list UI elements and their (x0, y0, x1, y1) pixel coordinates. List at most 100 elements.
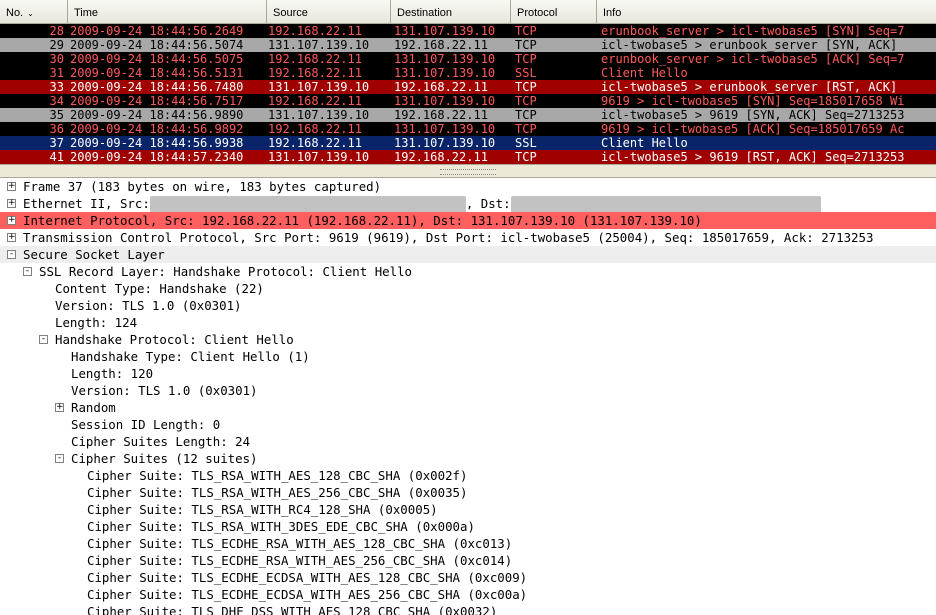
packet-cell-no: 37 (49, 136, 64, 150)
packet-row[interactable]: 30 2009-09-24 18:44:56.5075 192.168.22.11 1… (0, 52, 936, 66)
expand-icon[interactable]: + (7, 199, 16, 208)
packet-cell-info: icl-twobase5 > 9619 [RST, ACK] Seq=27132… (601, 150, 905, 164)
tree-row-text: Version: TLS 1.0 (0x0301) (71, 383, 258, 398)
tree-row[interactable]: - Secure Socket Layer (0, 246, 936, 263)
packet-cell-no: 30 (49, 52, 64, 66)
packet-row[interactable]: 37 2009-09-24 18:44:56.9938 192.168.22.11 1… (0, 136, 936, 150)
column-header-protocol[interactable]: Protocol (511, 0, 597, 23)
tree-row[interactable]: - SSL Record Layer: Handshake Protocol: C… (0, 263, 936, 280)
packet-cell-time: 2009-09-24 18:44:56.9892 (70, 122, 244, 136)
tree-row[interactable]: - Handshake Protocol: Client Hello (0, 331, 936, 348)
packet-cell-info: icl-twobase5 > erunbook_server [RST, ACK… (601, 80, 898, 94)
tree-row[interactable]: Cipher Suite: TLS_RSA_WITH_AES_128_CBC_S… (0, 467, 936, 484)
tree-row[interactable]: Cipher Suite: TLS_ECDHE_ECDSA_WITH_AES_2… (0, 586, 936, 603)
packet-cell-proto: TCP (515, 122, 537, 136)
tree-row[interactable]: Cipher Suite: TLS_DHE_DSS_WITH_AES_128_C… (0, 603, 936, 615)
tree-row-text: Random (71, 400, 116, 415)
packet-cell-src: 192.168.22.11 (268, 52, 362, 66)
packet-cell-dst: 131.107.139.10 (394, 136, 496, 150)
packet-cell-src: 131.107.139.10 (268, 38, 370, 52)
packet-cell-time: 2009-09-24 18:44:56.5074 (70, 38, 244, 52)
ethernet-src-label: Ethernet II, Src: (23, 196, 150, 211)
tree-row[interactable]: - Cipher Suites (12 suites) (0, 450, 936, 467)
expand-icon[interactable]: + (7, 216, 16, 225)
tree-row[interactable]: + Random (0, 399, 936, 416)
packet-cell-proto: TCP (515, 24, 537, 38)
tree-row[interactable]: Cipher Suites Length: 24 (0, 433, 936, 450)
expand-icon[interactable]: + (7, 233, 16, 242)
packet-row[interactable]: 29 2009-09-24 18:44:56.5074 131.107.139.10… (0, 38, 936, 52)
packet-cell-time: 2009-09-24 18:44:56.9938 (70, 136, 244, 150)
tree-row[interactable]: Cipher Suite: TLS_ECDHE_RSA_WITH_AES_128… (0, 535, 936, 552)
tree-row-text: Content Type: Handshake (22) (55, 281, 264, 296)
expand-icon[interactable]: + (55, 403, 64, 412)
packet-cell-dst: 192.168.22.11 (394, 38, 488, 52)
tree-row[interactable]: + Transmission Control Protocol, Src Port… (0, 229, 936, 246)
packet-cell-dst: 131.107.139.10 (394, 66, 496, 80)
column-header-time[interactable]: Time (68, 0, 267, 23)
packet-row[interactable]: 35 2009-09-24 18:44:56.9890 131.107.139.10… (0, 108, 936, 122)
tree-row-text: Cipher Suite: TLS_ECDHE_RSA_WITH_AES_256… (87, 553, 513, 568)
collapse-icon[interactable]: - (39, 335, 48, 344)
packet-row[interactable]: 41 2009-09-24 18:44:57.2340 131.107.139.10… (0, 150, 936, 164)
collapse-icon[interactable]: - (7, 250, 16, 259)
packet-cell-time: 2009-09-24 18:44:56.5131 (70, 66, 244, 80)
packet-row[interactable]: 31 2009-09-24 18:44:56.5131 192.168.22.11 1… (0, 66, 936, 80)
tree-row[interactable]: + Ethernet II, Src: , Dst: (0, 195, 936, 213)
tree-row[interactable]: Session ID Length: 0 (0, 416, 936, 433)
packet-row[interactable]: 33 2009-09-24 18:44:56.7480 131.107.139.10… (0, 80, 936, 94)
sort-descending-icon: ⌄ (27, 9, 34, 18)
packet-cell-time: 2009-09-24 18:44:57.2340 (70, 150, 244, 164)
redacted-mac-address (149, 196, 466, 213)
packet-cell-info: erunbook_server > icl-twobase5 [ACK] Seq… (601, 52, 905, 66)
collapse-icon[interactable]: - (55, 454, 64, 463)
column-header-no[interactable]: No. ⌄ (0, 0, 68, 23)
tree-row[interactable]: Cipher Suite: TLS_RSA_WITH_RC4_128_SHA (… (0, 501, 936, 518)
tree-row[interactable]: Version: TLS 1.0 (0x0301) (0, 382, 936, 399)
column-header-info[interactable]: Info (597, 0, 936, 23)
expand-icon[interactable]: + (7, 182, 16, 191)
tree-row[interactable]: + Frame 37 (183 bytes on wire, 183 bytes … (0, 178, 936, 195)
tree-row-text: Handshake Protocol: Client Hello (55, 332, 294, 347)
packet-cell-dst: 131.107.139.10 (394, 52, 496, 66)
packet-details-tree[interactable]: + Frame 37 (183 bytes on wire, 183 bytes … (0, 178, 936, 615)
packet-row[interactable]: 34 2009-09-24 18:44:56.7517 192.168.22.11 1… (0, 94, 936, 108)
tree-row[interactable]: + Internet Protocol, Src: 192.168.22.11 (… (0, 212, 936, 229)
tree-row-text: Cipher Suite: TLS_RSA_WITH_3DES_EDE_CBC_… (87, 519, 475, 534)
tree-row[interactable]: Cipher Suite: TLS_RSA_WITH_AES_256_CBC_S… (0, 484, 936, 501)
packet-list[interactable]: 28 2009-09-24 18:44:56.2649 192.168.22.11 1… (0, 24, 936, 164)
tree-row[interactable]: Content Type: Handshake (22) (0, 280, 936, 297)
packet-cell-info: Client Hello (601, 66, 688, 80)
tree-row[interactable]: Cipher Suite: TLS_ECDHE_ECDSA_WITH_AES_1… (0, 569, 936, 586)
tree-row-text: Ethernet II, Src: , Dst: (23, 195, 821, 213)
splitter-grip[interactable] (440, 169, 496, 175)
packet-cell-proto: TCP (515, 108, 537, 122)
column-header-source-label: Source (273, 7, 308, 19)
collapse-icon[interactable]: - (23, 267, 32, 276)
tree-row[interactable]: Cipher Suite: TLS_ECDHE_RSA_WITH_AES_256… (0, 552, 936, 569)
column-header-destination[interactable]: Destination (391, 0, 511, 23)
column-header-source[interactable]: Source (267, 0, 391, 23)
tree-row[interactable]: Length: 124 (0, 314, 936, 331)
tree-row[interactable]: Length: 120 (0, 365, 936, 382)
tree-row[interactable]: Cipher Suite: TLS_RSA_WITH_3DES_EDE_CBC_… (0, 518, 936, 535)
redacted-mac-address (510, 196, 821, 213)
packet-cell-proto: SSL (515, 66, 537, 80)
packet-cell-no: 34 (49, 94, 64, 108)
pane-splitter[interactable] (0, 164, 936, 178)
packet-cell-src: 131.107.139.10 (268, 108, 370, 122)
packet-row[interactable]: 36 2009-09-24 18:44:56.9892 192.168.22.11 1… (0, 122, 936, 136)
packet-cell-proto: TCP (515, 94, 537, 108)
packet-cell-no: 35 (49, 108, 64, 122)
packet-cell-info: erunbook_server > icl-twobase5 [SYN] Seq… (601, 24, 905, 38)
packet-cell-time: 2009-09-24 18:44:56.2649 (70, 24, 244, 38)
ethernet-dst-label: , Dst: (465, 196, 511, 211)
packet-row[interactable]: 28 2009-09-24 18:44:56.2649 192.168.22.11 1… (0, 24, 936, 38)
packet-cell-src: 192.168.22.11 (268, 136, 362, 150)
packet-cell-info: icl-twobase5 > erunbook_server [SYN, ACK… (601, 38, 898, 52)
packet-cell-src: 192.168.22.11 (268, 66, 362, 80)
packet-cell-proto: SSL (515, 136, 537, 150)
tree-row[interactable]: Version: TLS 1.0 (0x0301) (0, 297, 936, 314)
tree-row-text: Cipher Suite: TLS_DHE_DSS_WITH_AES_128_C… (87, 604, 498, 615)
tree-row[interactable]: Handshake Type: Client Hello (1) (0, 348, 936, 365)
